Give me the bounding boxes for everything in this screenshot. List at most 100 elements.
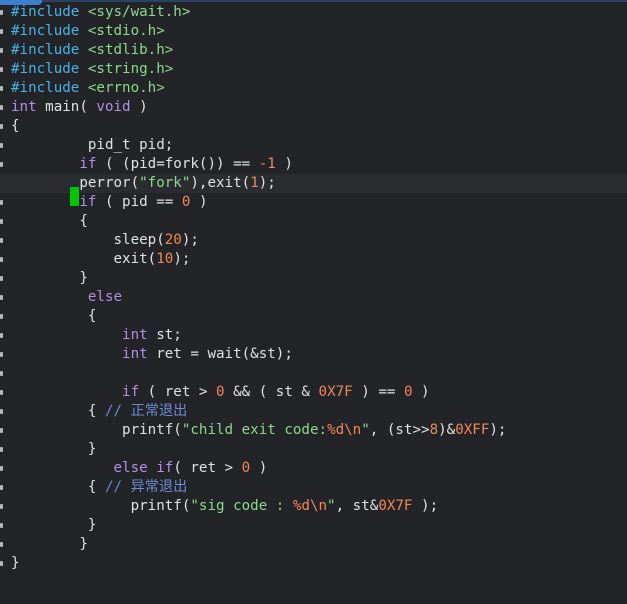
code-token: <stdio.h> — [87, 23, 165, 39]
code-token: main( — [36, 99, 97, 115]
code-token: ); — [173, 251, 191, 267]
gutter-mark — [0, 257, 3, 262]
gutter-mark — [0, 295, 3, 300]
code-token: <string.h> — [87, 61, 174, 77]
code-line[interactable]: } — [11, 440, 97, 459]
code-token: ) — [275, 156, 293, 172]
code-token: %d\n — [327, 422, 362, 438]
code-token: if — [79, 194, 97, 210]
code-token: } — [11, 270, 88, 286]
code-token: { — [11, 403, 105, 419]
code-line[interactable]: #include <stdlib.h> — [11, 41, 173, 60]
code-line[interactable]: printf("child exit code:%d\n", (st>>8)&0… — [11, 421, 506, 440]
code-line[interactable]: sleep(20); — [11, 231, 198, 250]
code-line[interactable]: #include <errno.h> — [11, 79, 165, 98]
code-line[interactable]: if ( ret > 0 && ( st & 0X7F ) == 0 ) — [11, 383, 430, 402]
code-token: ) == — [352, 384, 404, 400]
code-token: pid_t pid; — [11, 137, 174, 153]
code-line[interactable]: } — [11, 554, 20, 573]
code-line[interactable]: int main( void ) — [11, 98, 148, 117]
gutter-mark — [0, 561, 3, 566]
code-token: #include — [11, 42, 80, 58]
code-token: 0XFF — [455, 422, 490, 438]
code-token: // 异常退出 — [104, 479, 188, 495]
code-token: #include — [11, 23, 80, 39]
code-line[interactable]: { — [11, 212, 88, 231]
gutter-mark — [0, 390, 3, 395]
gutter-mark — [0, 352, 3, 357]
code-token: ); — [258, 175, 276, 191]
code-token: int — [11, 99, 37, 115]
gutter-mark — [0, 29, 3, 34]
code-line[interactable]: else — [11, 288, 122, 307]
code-token: ( (pid=fork()) == — [96, 156, 259, 172]
code-token: if — [79, 156, 97, 172]
code-line[interactable]: int st; — [11, 326, 182, 345]
gutter-mark — [0, 238, 3, 243]
code-token: 8 — [429, 422, 439, 438]
code-line[interactable]: pid_t pid; — [11, 136, 173, 155]
code-line[interactable]: perror("fork"),exit(1); — [0, 174, 627, 206]
code-line[interactable]: if ( (pid=fork()) == -1 ) — [11, 155, 293, 174]
code-line[interactable]: #include <sys/wait.h> — [11, 3, 190, 22]
code-line[interactable]: exit(10); — [11, 250, 190, 269]
code-token: -1 — [258, 156, 276, 172]
code-token: <stdlib.h> — [87, 42, 174, 58]
code-token: else — [87, 289, 123, 305]
code-token: #include — [11, 80, 80, 96]
gutter-mark — [0, 409, 3, 414]
code-token: ); — [412, 498, 439, 514]
code-token: perror( — [11, 175, 139, 206]
code-token: <errno.h> — [87, 80, 165, 96]
code-token: , (st>> — [369, 422, 430, 438]
gutter — [0, 0, 6, 604]
code-token: ) — [250, 460, 268, 476]
code-token: } — [11, 536, 88, 552]
code-token: } — [11, 555, 20, 571]
code-token: )& — [438, 422, 456, 438]
code-token: { — [11, 118, 20, 134]
code-token: , st& — [335, 498, 379, 514]
code-token: 0 — [241, 460, 251, 476]
code-line[interactable]: } — [11, 516, 97, 535]
code-line[interactable]: { // 正常退出 — [11, 402, 188, 421]
code-token: <sys/wait.h> — [87, 4, 191, 20]
gutter-mark — [0, 200, 3, 205]
code-line[interactable]: printf("sig code : %d\n", st&0X7F ); — [11, 497, 439, 516]
code-line[interactable]: { // 异常退出 — [11, 478, 188, 497]
code-line[interactable]: if ( pid == 0 ) — [11, 193, 208, 212]
code-token: #include — [11, 61, 80, 77]
code-token: "sig code : — [190, 498, 293, 514]
code-line[interactable]: { — [11, 117, 20, 136]
code-line[interactable]: } — [11, 535, 88, 554]
gutter-mark — [0, 162, 3, 167]
code-line[interactable]: { — [11, 307, 97, 326]
code-token: { — [11, 479, 105, 495]
gutter-mark — [0, 276, 3, 281]
code-token: 1 — [250, 175, 259, 191]
gutter-mark — [0, 67, 3, 72]
code-token: " — [327, 498, 336, 514]
code-editor[interactable]: #include <sys/wait.h> #include <stdio.h> #… — [0, 0, 627, 604]
code-token: "child exit code: — [181, 422, 328, 438]
code-token: 0X7F — [318, 384, 353, 400]
gutter-mark — [0, 219, 3, 224]
code-line[interactable]: #include <stdio.h> — [11, 22, 165, 41]
code-token: ) — [190, 194, 208, 210]
code-line[interactable]: } — [11, 269, 88, 288]
code-token: // 正常退出 — [104, 403, 188, 419]
code-token: " — [361, 422, 370, 438]
code-line[interactable]: #include <string.h> — [11, 60, 173, 79]
code-line[interactable]: int ret = wait(&st); — [11, 345, 293, 364]
code-line[interactable]: else if( ret > 0 ) — [11, 459, 268, 478]
